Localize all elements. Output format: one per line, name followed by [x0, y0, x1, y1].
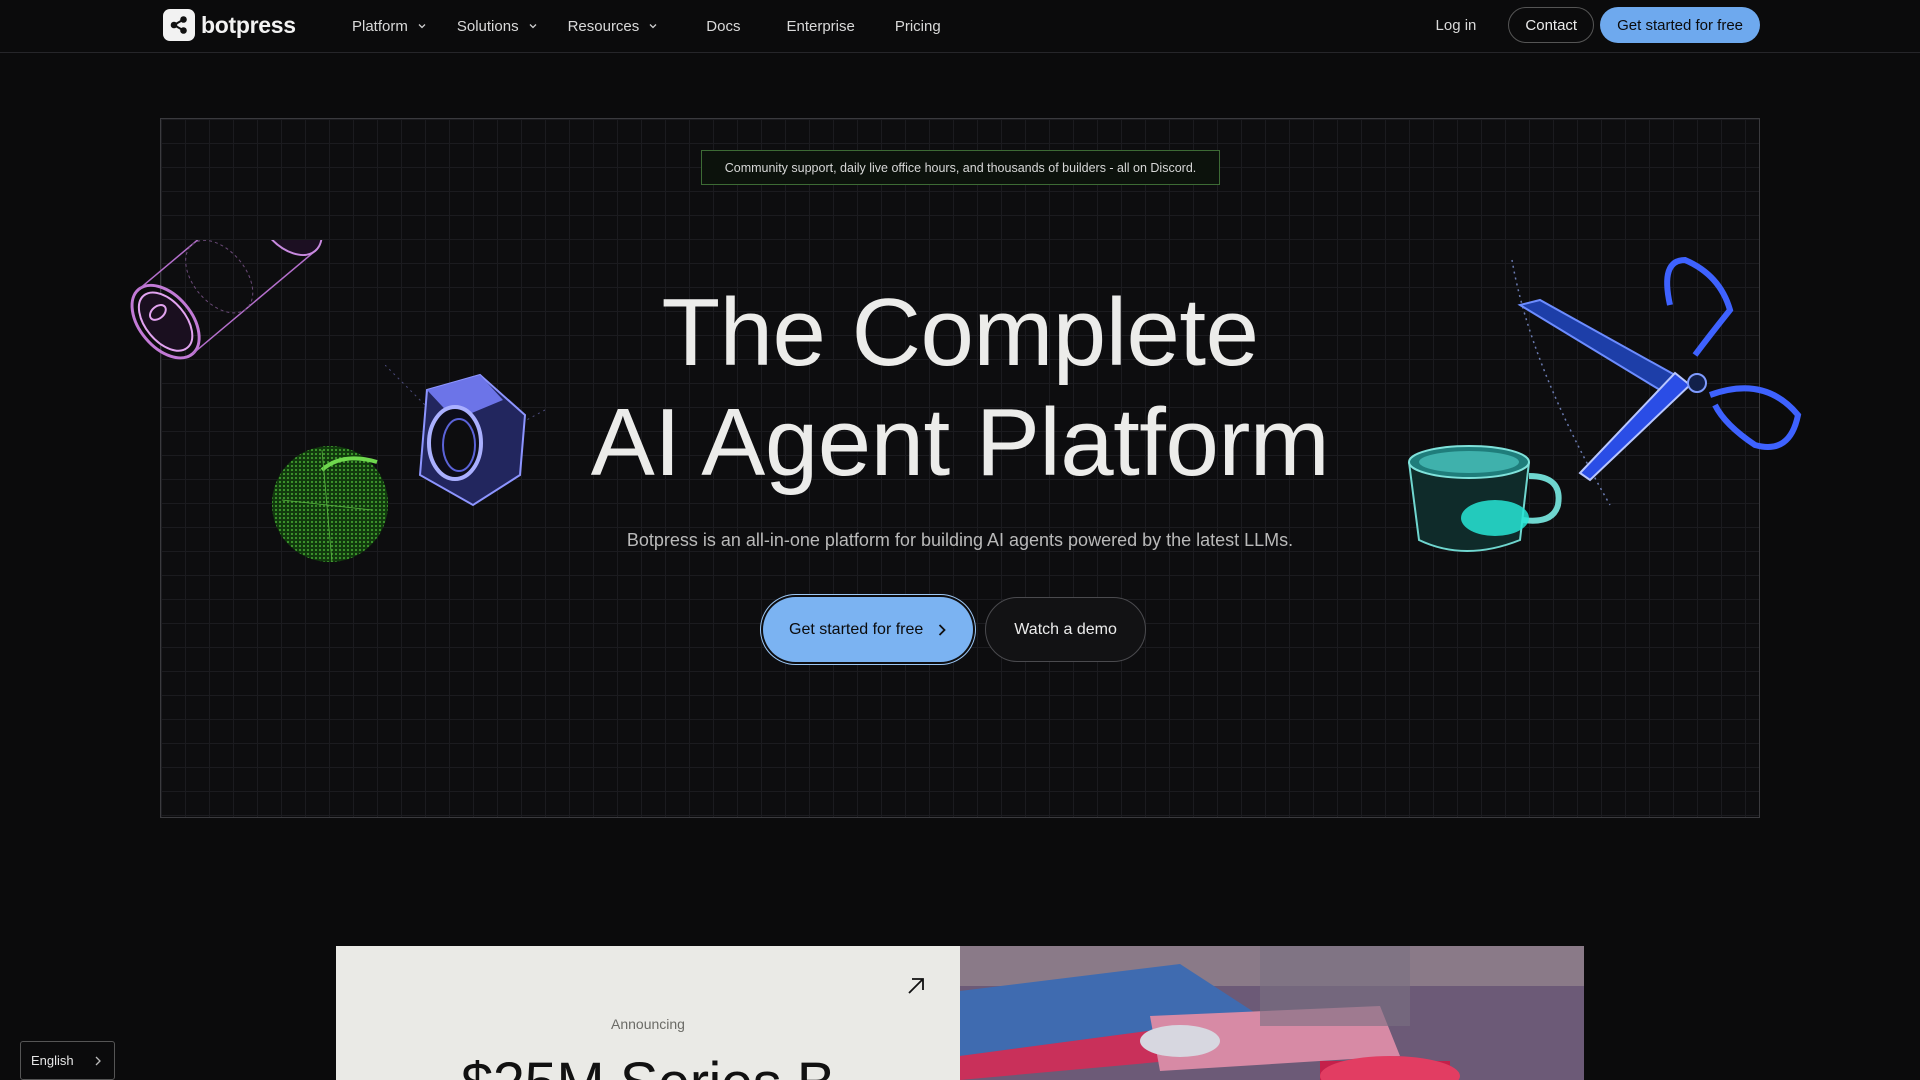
language-selector[interactable]: English [20, 1041, 115, 1080]
nav-item-label: Platform [352, 17, 408, 35]
nav-item-label: Pricing [894, 17, 941, 35]
hero-headline: The Complete AI Agent Platform [460, 278, 1460, 498]
nav-actions: Log in Contact Get started for free [1436, 7, 1760, 43]
nav-item-label: Docs [706, 17, 741, 35]
contact-button[interactable]: Contact [1508, 7, 1595, 43]
nav-item-platform[interactable]: Platform [352, 18, 427, 35]
hero-headline-line2: AI Agent Platform [590, 389, 1330, 496]
discord-announcement-banner[interactable]: Community support, daily live office hou… [701, 150, 1220, 185]
nav-item-resources[interactable]: Resources [568, 18, 659, 35]
series-b-announcement-card[interactable]: Announcing $25M Series B [336, 946, 1584, 1080]
card-title: $25M Series B [336, 1050, 960, 1080]
hex-nut-illustration [385, 365, 545, 507]
language-selector-label: English [31, 1053, 74, 1068]
get-started-button[interactable]: Get started for free [763, 597, 974, 662]
arrow-up-right-icon [908, 978, 924, 994]
nav-item-label: Solutions [456, 17, 519, 35]
hero-subtitle: Botpress is an all-in-one platform for b… [626, 530, 1294, 550]
hero-cta-group: Get started for free Watch a demo [763, 597, 1146, 662]
watch-demo-button[interactable]: Watch a demo [985, 597, 1146, 662]
login-link[interactable]: Log in [1436, 17, 1477, 34]
chevron-down-icon [418, 24, 426, 29]
card-kicker: Announcing [611, 1016, 685, 1032]
hero-headline-line1: The Complete [661, 279, 1259, 386]
botpress-logo-icon [163, 9, 195, 41]
top-nav: botpress Platform Solutions Resources Do… [0, 0, 1920, 53]
get-started-button-label: Get started for free [789, 620, 924, 638]
chevron-right-icon [939, 623, 947, 636]
get-started-nav-button[interactable]: Get started for free [1600, 7, 1760, 43]
brand-logo[interactable]: botpress [163, 9, 296, 41]
nav-item-docs[interactable]: Docs [706, 18, 740, 35]
main-nav: Platform Solutions Resources Docs Enterp… [352, 0, 971, 52]
nav-item-enterprise[interactable]: Enterprise [786, 18, 854, 35]
apple-illustration [272, 446, 388, 563]
chevron-right-icon [95, 1056, 101, 1065]
nav-item-solutions[interactable]: Solutions [457, 18, 538, 35]
chevron-down-icon [529, 24, 537, 29]
chevron-down-icon [649, 24, 657, 29]
painting-image [960, 946, 1584, 1080]
coffee-cup-illustration [1408, 445, 1562, 552]
nav-item-label: Enterprise [786, 17, 855, 35]
brand-name: botpress [201, 11, 296, 38]
card-text-panel: Announcing $25M Series B [336, 946, 960, 1080]
nav-item-pricing[interactable]: Pricing [895, 18, 941, 35]
nav-item-label: Resources [567, 17, 640, 35]
soda-can-illustration [130, 240, 323, 360]
